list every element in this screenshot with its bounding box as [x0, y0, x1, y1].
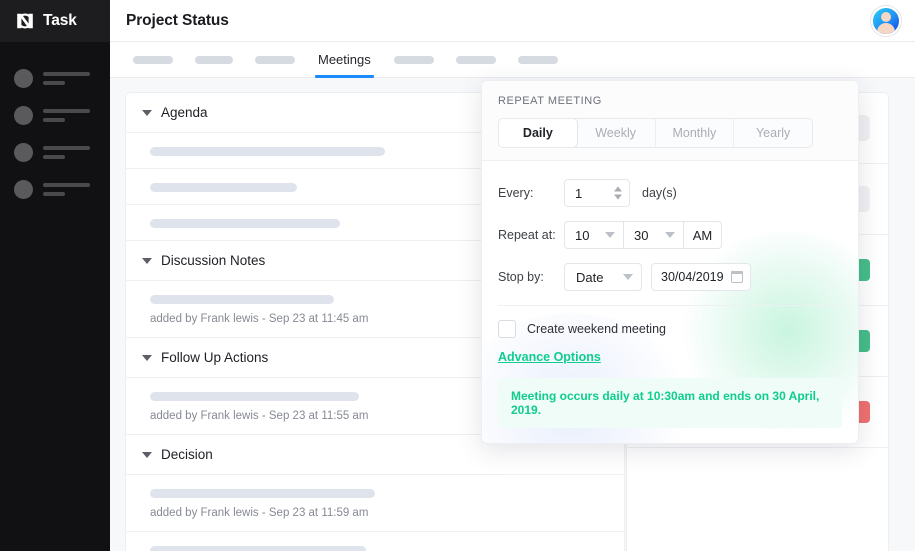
hour-value: 10: [575, 228, 589, 243]
row-placeholder: [150, 489, 375, 498]
every-suffix-label: day(s): [642, 186, 677, 200]
sidebar-item-placeholder: [43, 72, 90, 85]
sidebar: Task: [0, 0, 110, 551]
sidebar-item-list: [0, 42, 110, 208]
frequency-tab-daily[interactable]: Daily: [498, 118, 578, 148]
app-root: Task: [0, 0, 915, 551]
caret-down-icon[interactable]: [665, 232, 675, 238]
caret-down-icon[interactable]: [623, 274, 633, 280]
stop-by-date-input[interactable]: 30/04/2019: [651, 263, 751, 291]
frequency-tab-monthly[interactable]: Monthly: [656, 119, 735, 147]
contact-avatar-icon: [14, 180, 33, 199]
stop-by-field-row: Stop by: Date 30/04/2019: [498, 263, 842, 291]
content-row[interactable]: added by Frank lewis - Sep 23 at 11:59 a…: [126, 475, 624, 532]
dialog-title: REPEAT MEETING: [498, 95, 842, 107]
avatar-body: [877, 23, 895, 36]
section-title: Discussion Notes: [161, 253, 265, 268]
app-header: Project Status: [110, 0, 915, 42]
repeat-at-field-row: Repeat at: 10 30 AM: [498, 221, 842, 249]
stop-by-date-value: 30/04/2019: [661, 270, 724, 284]
chevron-down-icon[interactable]: [142, 110, 152, 116]
sidebar-item[interactable]: [0, 171, 110, 208]
contact-avatar-icon: [14, 106, 33, 125]
caret-down-icon[interactable]: [614, 195, 622, 200]
every-label: Every:: [498, 186, 564, 200]
advance-options-link[interactable]: Advance Options: [498, 350, 601, 364]
row-placeholder: [150, 219, 340, 228]
sidebar-item[interactable]: [0, 134, 110, 171]
user-avatar-icon[interactable]: [871, 6, 901, 36]
sidebar-item[interactable]: [0, 97, 110, 134]
caret-up-icon[interactable]: [614, 187, 622, 192]
tab-placeholder[interactable]: [456, 56, 496, 64]
divider: [498, 305, 842, 306]
minute-value: 30: [634, 228, 648, 243]
sidebar-item[interactable]: [0, 60, 110, 97]
repeat-at-time-group: 10 30 AM: [564, 221, 722, 249]
tab-placeholder[interactable]: [255, 56, 295, 64]
chevron-down-icon[interactable]: [142, 258, 152, 264]
sidebar-item-placeholder: [43, 146, 90, 159]
row-placeholder: [150, 392, 359, 401]
stop-by-mode-select[interactable]: Date: [564, 263, 642, 291]
row-placeholder: [150, 295, 334, 304]
sidebar-item-placeholder: [43, 183, 90, 196]
summary-banner: Meeting occurs daily at 10:30am and ends…: [498, 378, 842, 428]
weekend-meeting-checkbox-row[interactable]: Create weekend meeting: [498, 320, 842, 338]
checkbox-icon[interactable]: [498, 320, 516, 338]
tab-placeholder[interactable]: [133, 56, 173, 64]
contact-avatar-icon: [14, 143, 33, 162]
section-title: Decision: [161, 447, 213, 462]
frequency-tab-yearly[interactable]: Yearly: [734, 119, 812, 147]
meridiem-toggle[interactable]: AM: [684, 221, 722, 249]
chevron-down-icon[interactable]: [142, 452, 152, 458]
stepper-arrows[interactable]: [614, 187, 622, 200]
tab-placeholder[interactable]: [518, 56, 558, 64]
hour-select[interactable]: 10: [564, 221, 624, 249]
stop-by-mode-value: Date: [576, 270, 603, 285]
ntask-logo-icon: [14, 10, 36, 32]
tab-meetings-label: Meetings: [318, 52, 371, 67]
tab-bar: Meetings: [110, 42, 915, 78]
minute-select[interactable]: 30: [624, 221, 684, 249]
calendar-icon[interactable]: [731, 271, 743, 283]
dialog-body: Every: 1 day(s) Repeat at: 10: [482, 161, 858, 444]
stop-by-label: Stop by:: [498, 270, 564, 284]
frequency-tab-group: Daily Weekly Monthly Yearly: [498, 118, 813, 148]
dialog-header: REPEAT MEETING Daily Weekly Monthly Year…: [482, 81, 858, 161]
contact-avatar-icon: [14, 69, 33, 88]
frequency-tab-weekly[interactable]: Weekly: [577, 119, 656, 147]
tab-placeholder[interactable]: [394, 56, 434, 64]
row-placeholder: [150, 147, 385, 156]
repeat-at-label: Repeat at:: [498, 228, 564, 242]
section-title: Agenda: [161, 105, 208, 120]
tab-placeholder[interactable]: [195, 56, 233, 64]
row-meta: added by Frank lewis - Sep 23 at 11:59 a…: [150, 507, 608, 519]
section-title: Follow Up Actions: [161, 350, 268, 365]
brand-name: Task: [43, 12, 77, 30]
every-stepper-input[interactable]: 1: [564, 179, 630, 207]
content-row[interactable]: added by Frank lewis - Sep 23 at 12:00 p…: [126, 532, 624, 551]
brand-logo[interactable]: Task: [0, 0, 110, 42]
weekend-meeting-label: Create weekend meeting: [527, 322, 666, 336]
chevron-down-icon[interactable]: [142, 355, 152, 361]
every-value: 1: [575, 186, 582, 201]
row-placeholder: [150, 546, 366, 551]
tab-meetings[interactable]: Meetings: [318, 52, 371, 68]
avatar-head: [881, 12, 891, 22]
row-placeholder: [150, 183, 297, 192]
every-field-row: Every: 1 day(s): [498, 179, 842, 207]
tab-active-indicator: [315, 75, 374, 78]
page-title: Project Status: [126, 12, 229, 30]
repeat-meeting-dialog: REPEAT MEETING Daily Weekly Monthly Year…: [481, 80, 859, 444]
caret-down-icon[interactable]: [605, 232, 615, 238]
sidebar-item-placeholder: [43, 109, 90, 122]
